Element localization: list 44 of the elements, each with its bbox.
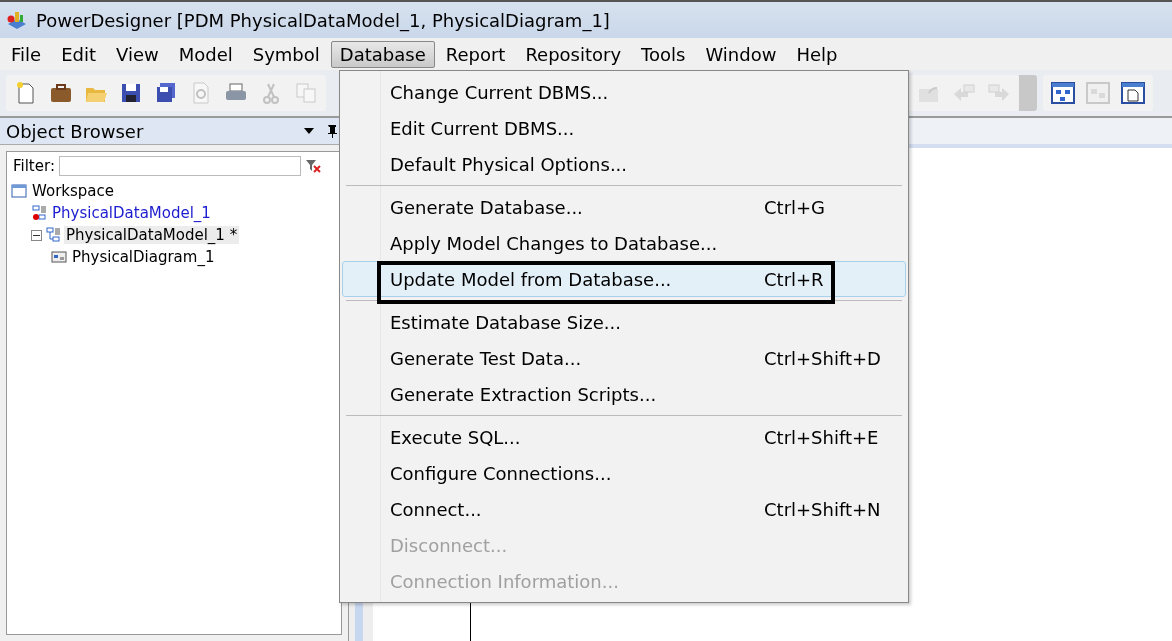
menu-item[interactable]: Estimate Database Size... bbox=[342, 304, 906, 340]
menu-item[interactable]: Execute SQL... Ctrl+Shift+E bbox=[342, 419, 906, 455]
collapse-toggle-icon[interactable] bbox=[31, 229, 42, 241]
model-icon bbox=[45, 227, 61, 243]
copy-icon[interactable] bbox=[294, 81, 318, 105]
menu-item[interactable]: View bbox=[107, 40, 168, 68]
menu-item[interactable]: Report bbox=[436, 40, 515, 68]
tree-item[interactable]: PhysicalDataModel_1 * bbox=[64, 226, 240, 244]
menu-item[interactable]: Generate Extraction Scripts... bbox=[342, 376, 906, 412]
clear-filter-icon[interactable] bbox=[304, 158, 321, 174]
menu-item[interactable]: Generate Test Data... Ctrl+Shift+D bbox=[342, 340, 906, 376]
menu-item[interactable]: Default Physical Options... bbox=[342, 146, 906, 182]
save-icon[interactable] bbox=[119, 81, 143, 105]
menu-item[interactable]: Repository bbox=[516, 40, 631, 68]
menu-item[interactable]: Configure Connections... bbox=[342, 455, 906, 491]
menu-item[interactable]: Connect... Ctrl+Shift+N bbox=[342, 491, 906, 527]
menu-item[interactable]: Model bbox=[169, 40, 242, 68]
model-icon bbox=[31, 205, 47, 221]
page-window-icon[interactable] bbox=[1121, 81, 1145, 105]
filter-field[interactable] bbox=[58, 156, 301, 176]
panel-title: Object Browser bbox=[6, 120, 144, 142]
briefcase-icon[interactable] bbox=[49, 81, 73, 105]
diagram-icon bbox=[51, 249, 67, 265]
window-title: PowerDesigner [PDM PhysicalDataModel_1, PhysicalDiagram_1] bbox=[36, 9, 610, 31]
menu-item[interactable]: Apply Model Changes to Database... bbox=[342, 225, 906, 261]
diagram-window-icon[interactable] bbox=[1051, 81, 1075, 105]
tree-item[interactable]: PhysicalDataModel_1 bbox=[50, 204, 213, 222]
menu-item[interactable]: File bbox=[2, 40, 51, 68]
menu-item[interactable]: Tools bbox=[632, 40, 695, 68]
menu-item[interactable]: Generate Database... Ctrl+G bbox=[342, 189, 906, 225]
menu-item[interactable]: Edit Current DBMS... bbox=[342, 110, 906, 146]
menu-item[interactable]: Window bbox=[696, 40, 786, 68]
tree-item[interactable]: PhysicalDiagram_1 bbox=[70, 248, 217, 266]
app-logo-icon bbox=[6, 10, 28, 30]
menu-item[interactable]: Database bbox=[330, 40, 435, 68]
filter-label: Filter: bbox=[13, 157, 55, 175]
menu-item[interactable]: Edit bbox=[52, 40, 105, 68]
save-all-icon[interactable] bbox=[154, 81, 178, 105]
tree-item[interactable]: Workspace bbox=[30, 182, 116, 200]
menu-item[interactable]: Symbol bbox=[243, 40, 329, 68]
workspace-icon bbox=[11, 183, 27, 199]
menu-item[interactable]: Help bbox=[787, 40, 847, 68]
table-window-icon[interactable] bbox=[1086, 81, 1110, 105]
menu-item[interactable]: Update Model from Database... Ctrl+R bbox=[342, 261, 906, 297]
